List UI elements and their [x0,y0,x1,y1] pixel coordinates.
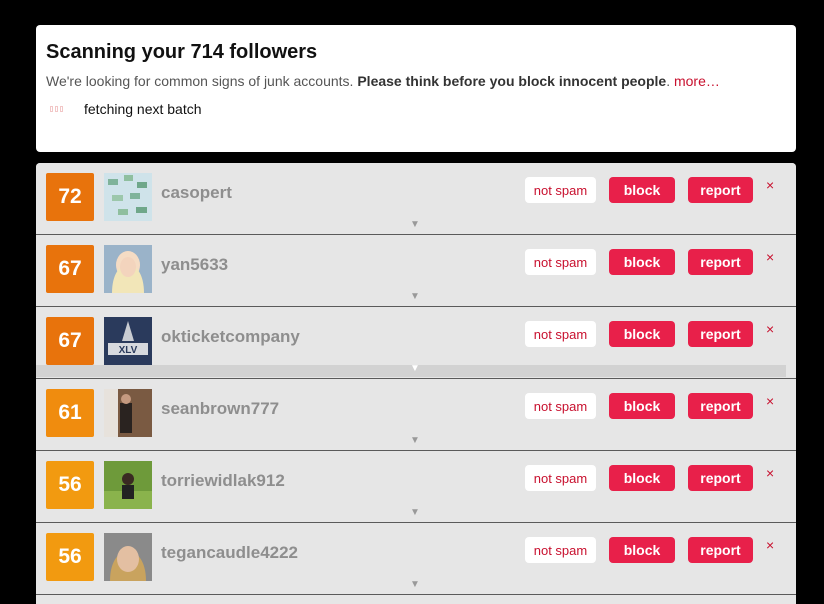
more-link[interactable]: more… [674,73,720,89]
chevron-down-icon[interactable]: ▼ [410,435,420,446]
follower-row: 72 casopert not spam block report × ▼ [36,163,796,235]
page-title: Scanning your 714 followers [46,41,318,63]
chevron-down-icon[interactable]: ▼ [410,363,420,374]
block-button[interactable]: block [609,537,675,563]
follower-row: 56 torriewidlak912 not spam block report… [36,451,796,523]
spam-score-badge: 56 [46,533,94,581]
block-button[interactable]: block [609,393,675,419]
close-icon[interactable]: × [766,249,774,265]
username[interactable]: seanbrown777 [161,399,279,419]
spam-score-badge: 61 [46,389,94,437]
username[interactable]: casopert [161,183,232,203]
spam-score-badge: 72 [46,173,94,221]
report-button[interactable]: report [688,465,753,491]
description-text: We're looking for common signs of junk a… [46,73,358,89]
chevron-down-icon[interactable]: ▼ [410,579,420,590]
scan-description: We're looking for common signs of junk a… [46,73,786,89]
svg-text:XLV: XLV [119,345,138,356]
avatar[interactable] [104,461,152,509]
loading-spinner-icon [50,106,74,112]
spam-score-badge: 67 [46,245,94,293]
spam-score-badge: 56 [46,461,94,509]
chevron-down-icon[interactable]: ▼ [410,219,420,230]
block-button[interactable]: block [609,465,675,491]
report-button[interactable]: report [688,177,753,203]
avatar[interactable] [104,389,152,437]
block-button[interactable]: block [609,177,675,203]
not-spam-button[interactable]: not spam [525,537,596,563]
follower-row: 67 yan5633 not spam block report × ▼ [36,235,796,307]
report-button[interactable]: report [688,321,753,347]
report-button[interactable]: report [688,393,753,419]
username[interactable]: torriewidlak912 [161,471,285,491]
fetching-status: fetching next batch [46,101,786,117]
not-spam-button[interactable]: not spam [525,465,596,491]
scan-header: Scanning your 714 followers We're lookin… [36,25,796,152]
block-button[interactable]: block [609,321,675,347]
avatar[interactable] [104,173,152,221]
close-icon[interactable]: × [766,537,774,553]
description-end: . [666,73,674,89]
block-button[interactable]: block [609,249,675,275]
spam-score-badge: 67 [46,317,94,365]
not-spam-button[interactable]: not spam [525,321,596,347]
follower-row: 61 seanbrown777 not spam block report × … [36,379,796,451]
follower-row: 67 XLV okticketcompany not spam block re… [36,307,796,379]
follower-row: 56 tegancaudle4222 not spam block report… [36,523,796,595]
username[interactable]: tegancaudle4222 [161,543,298,563]
chevron-down-icon[interactable]: ▼ [410,507,420,518]
not-spam-button[interactable]: not spam [525,393,596,419]
followers-list: 72 casopert not spam block report × ▼ 67… [36,163,796,604]
username[interactable]: okticketcompany [161,327,300,347]
report-button[interactable]: report [688,249,753,275]
avatar[interactable] [104,533,152,581]
avatar[interactable] [104,245,152,293]
close-icon[interactable]: × [766,393,774,409]
description-warning: Please think before you block innocent p… [357,73,667,89]
chevron-down-icon[interactable]: ▼ [410,291,420,302]
close-icon[interactable]: × [766,321,774,337]
status-text: fetching next batch [84,101,202,117]
close-icon[interactable]: × [766,177,774,193]
close-icon[interactable]: × [766,465,774,481]
avatar[interactable]: XLV [104,317,152,365]
not-spam-button[interactable]: not spam [525,177,596,203]
username[interactable]: yan5633 [161,255,228,275]
not-spam-button[interactable]: not spam [525,249,596,275]
report-button[interactable]: report [688,537,753,563]
